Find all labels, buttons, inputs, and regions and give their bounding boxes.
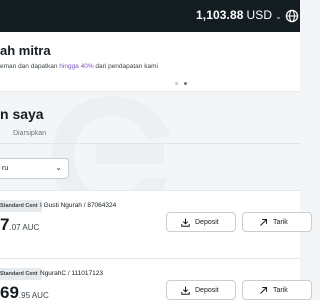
balance-currency: USD [246, 8, 273, 22]
arrow-up-right-icon [260, 219, 267, 226]
promo-title: ah mitra [0, 43, 51, 58]
deposit-label: Deposit [195, 219, 219, 226]
tabs-divider [0, 143, 300, 144]
account-type-badge: Standard Cent [0, 268, 42, 280]
promo-subtitle: eman dan dapatkan hingga 40% dari pendap… [0, 63, 158, 70]
top-bar: 1,103.88 USD ⌄ [0, 0, 300, 32]
tab-archived[interactable]: Diarsipkan [13, 130, 46, 137]
sort-dropdown[interactable]: ru ⌄ [0, 158, 69, 179]
chevron-down-icon: ⌄ [55, 163, 62, 172]
sort-dropdown-value: ru [2, 165, 9, 172]
carousel-dots [175, 82, 187, 85]
download-icon [181, 286, 190, 295]
carousel-dot[interactable] [175, 82, 178, 85]
account-name: NgurahC / 111017123 [40, 270, 104, 277]
carousel-dot-active[interactable] [184, 82, 187, 85]
arrow-up-right-icon [260, 287, 267, 294]
account-card[interactable]: Standard Cent NgurahC / 111017123 69.95 … [0, 258, 312, 300]
chevron-down-icon: ⌄ [275, 12, 282, 21]
withdraw-button[interactable]: Tarik [242, 280, 312, 300]
deposit-button[interactable]: Deposit [166, 212, 236, 232]
account-balance-main: 69 [0, 283, 19, 300]
account-balance: 69.95 AUC [0, 283, 49, 300]
withdraw-button[interactable]: Tarik [242, 212, 312, 232]
globe-icon[interactable] [285, 9, 299, 23]
account-balance: 7.07 AUC [0, 215, 39, 235]
withdraw-label: Tarik [273, 219, 288, 226]
promo-subtitle-end: dari pendapatan kami [93, 63, 158, 70]
account-balance-fraction: .95 AUC [18, 291, 49, 300]
account-card[interactable]: Standard Cent I Gusti Ngurah / 87064324 … [0, 190, 312, 263]
promo-subtitle-start: eman dan dapatkan [0, 63, 60, 70]
account-name: I Gusti Ngurah / 87064324 [40, 202, 117, 209]
download-icon [181, 218, 190, 227]
deposit-label: Deposit [195, 287, 219, 294]
balance-amount: 1,103.88 [196, 8, 244, 22]
account-balance-fraction: .07 AUC [9, 223, 40, 232]
accounts-title: n saya [0, 106, 44, 122]
withdraw-label: Tarik [273, 287, 288, 294]
partner-promo-banner[interactable]: ah mitra eman dan dapatkan hingga 40% da… [0, 32, 300, 92]
balance-display[interactable]: 1,103.88 USD ⌄ [196, 8, 282, 22]
deposit-button[interactable]: Deposit [166, 280, 236, 300]
promo-subtitle-highlight: hingga 40% [59, 63, 94, 70]
account-type-badge: Standard Cent [0, 200, 42, 212]
